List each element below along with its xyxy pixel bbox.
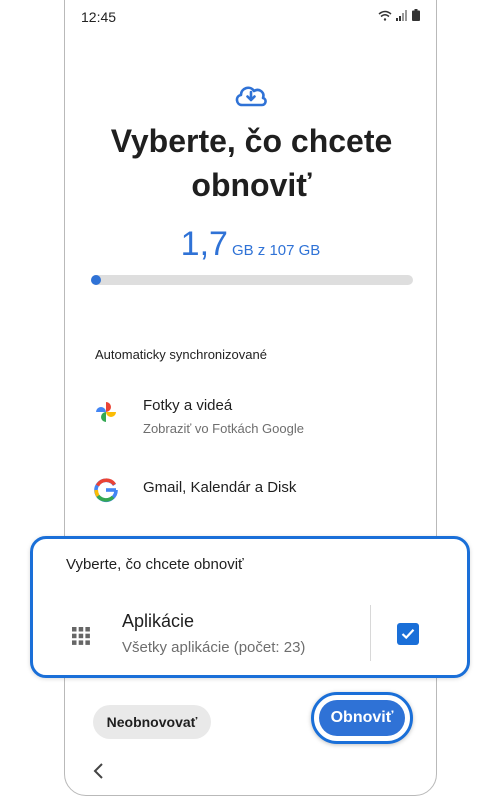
cloud-download-icon <box>235 86 267 107</box>
google-icon <box>94 478 118 503</box>
checkmark-icon <box>401 629 415 640</box>
storage-summary: 1,7 GB z 107 GB <box>65 225 436 264</box>
status-bar: 12:45 <box>65 1 436 29</box>
signal-icon <box>396 9 407 21</box>
page-title: Vyberte, čo chcete obnoviť <box>110 123 393 203</box>
apps-checkbox[interactable] <box>397 623 419 645</box>
status-time: 12:45 <box>81 9 117 25</box>
card-heading: Vyberte, čo chcete obnoviť <box>66 556 244 573</box>
storage-used: 1,7 <box>180 225 228 263</box>
battery-icon <box>412 9 420 21</box>
apps-grid-icon <box>72 627 90 645</box>
list-item-gmail[interactable]: Gmail, Kalendár a Disk <box>93 475 413 507</box>
list-item-title: Fotky a videá <box>143 397 233 414</box>
apps-subtitle: Všetky aplikácie (počet: 23) <box>122 639 306 656</box>
status-icons <box>378 9 420 21</box>
section-label: Automaticky synchronizované <box>95 347 267 362</box>
back-icon[interactable] <box>91 762 107 780</box>
storage-progress-fill <box>91 275 101 285</box>
wifi-icon <box>378 10 392 21</box>
list-item-subtitle: Zobraziť vo Fotkách Google <box>143 421 304 436</box>
storage-progress-bar <box>91 275 413 285</box>
apps-title: Aplikácie <box>122 611 195 631</box>
google-photos-icon <box>96 402 116 422</box>
list-item-photos[interactable]: Fotky a videá Zobraziť vo Fotkách Google <box>93 393 413 445</box>
list-item-title: Gmail, Kalendár a Disk <box>143 479 297 496</box>
apps-selection-card: Vyberte, čo chcete obnoviť Aplikácie Vše… <box>30 536 470 678</box>
restore-button-highlight: Obnoviť <box>311 692 413 744</box>
storage-total: GB z 107 GB <box>231 242 321 259</box>
skip-button[interactable]: Neobnovovať <box>93 705 211 739</box>
card-divider <box>370 605 371 661</box>
restore-button[interactable]: Obnoviť <box>319 700 405 736</box>
